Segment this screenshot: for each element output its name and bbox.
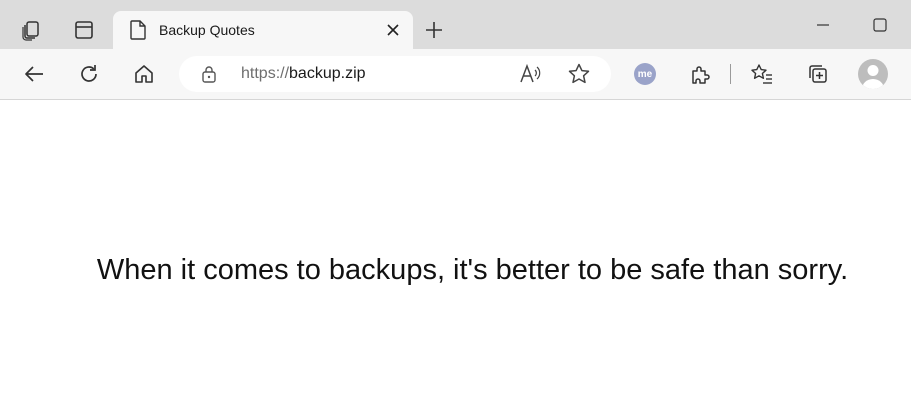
collections-icon [809,65,827,83]
arrow-left-icon [25,66,43,82]
vertical-tabs-button[interactable] [68,14,100,46]
workspaces-icon [22,21,39,41]
address-bar[interactable]: https://backup.zip [179,56,611,92]
back-button[interactable] [18,58,50,90]
maximize-button[interactable] [864,9,896,41]
page-icon [130,20,146,40]
favorites-list-icon [751,64,772,84]
toolbar-divider [730,64,731,84]
tab-title: Backup Quotes [159,22,255,38]
home-icon [135,65,153,83]
url-scheme: https:// [241,65,290,82]
lock-icon[interactable] [201,65,217,83]
plus-icon [426,22,442,38]
minimize-icon [817,24,829,26]
workspaces-button[interactable] [15,14,47,46]
collections-button[interactable] [802,58,834,90]
navigation-toolbar: https://backup.zip me [0,49,911,100]
home-button[interactable] [128,58,160,90]
new-tab-button[interactable] [418,14,450,46]
maximize-icon [873,18,887,32]
close-icon [387,24,399,36]
tab-strip: Backup Quotes [0,0,911,49]
avatar [858,59,888,89]
minimize-button[interactable] [807,9,839,41]
me-extension-button[interactable]: me [629,58,661,90]
url-text[interactable]: https://backup.zip [241,65,366,83]
user-icon [862,65,884,89]
add-favorite-star-icon[interactable] [567,62,591,86]
tab-close-button[interactable] [381,18,405,42]
extensions-button[interactable] [684,58,716,90]
profile-button[interactable] [857,58,889,90]
puzzle-piece-icon [692,66,710,84]
url-host: backup.zip [289,65,366,82]
favorites-button[interactable] [746,58,778,90]
refresh-button[interactable] [73,58,105,90]
quote-text: When it comes to backups, it's better to… [96,254,849,286]
refresh-icon [81,65,97,82]
tab-actions-icon [75,21,93,39]
me-extension-icon: me [634,63,656,85]
active-tab[interactable]: Backup Quotes [113,11,413,49]
read-aloud-icon[interactable] [519,63,541,85]
